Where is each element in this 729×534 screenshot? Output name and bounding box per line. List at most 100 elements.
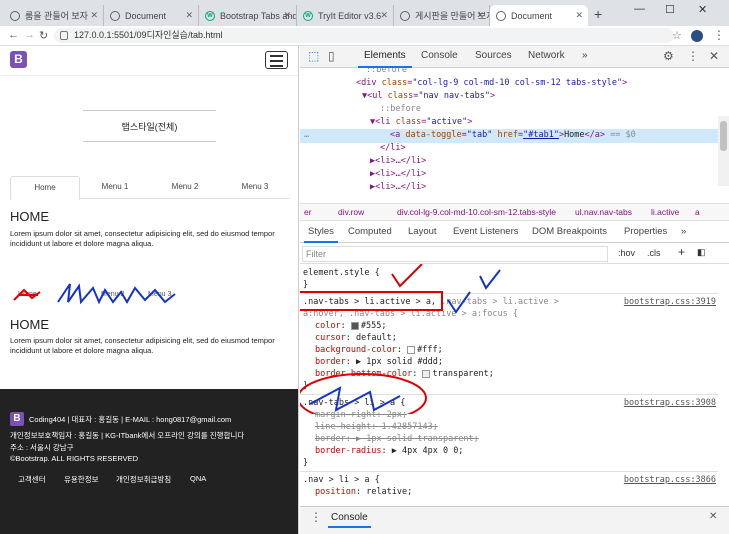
subtab-layout[interactable]: Layout xyxy=(408,226,437,237)
rule3-prop-position[interactable]: position: relative; xyxy=(315,486,412,498)
window-close-icon[interactable]: ✕ xyxy=(698,3,707,16)
url-field[interactable]: 127.0.0.1:5501/09디자인실습/tab.html xyxy=(54,28,674,43)
crumb-0[interactable]: er xyxy=(304,207,312,217)
toggle-sidebar-icon[interactable]: ◧ xyxy=(697,247,706,258)
close-icon[interactable]: ✕ xyxy=(575,10,583,21)
devtools-tab-console[interactable]: Console xyxy=(421,50,458,61)
cls-toggle[interactable]: .cls xyxy=(647,248,661,258)
devtools-menu-icon[interactable]: ⋮ xyxy=(687,49,699,63)
close-icon[interactable]: ✕ xyxy=(90,10,98,21)
tab-menu-2[interactable]: Menu 2 xyxy=(150,176,220,199)
tab2-paragraph: Lorem ipsum dolor sit amet, consectetur … xyxy=(10,336,275,355)
inspect-element-icon[interactable]: ⬚ xyxy=(308,49,319,63)
subtab-properties[interactable]: Properties xyxy=(624,226,667,237)
subtab-computed[interactable]: Computed xyxy=(348,226,392,237)
browser-tab-3[interactable]: w Bootstrap Tabs and ✕ xyxy=(199,5,297,26)
subtab-dom-breakpoints[interactable]: DOM Breakpoints xyxy=(532,226,607,237)
rule3-source-link[interactable]: bootstrap.css:3866 xyxy=(624,474,716,486)
browser-menu-icon[interactable]: ⋮ xyxy=(713,28,725,42)
console-drawer-tab[interactable]: Console xyxy=(328,512,371,528)
bookmark-star-icon[interactable]: ☆ xyxy=(672,29,682,42)
tab-menu-3[interactable]: Menu 3 xyxy=(220,176,290,199)
element-style-rule[interactable]: element.style { xyxy=(303,267,380,279)
rule2-selector[interactable]: .nav-tabs > li > a { xyxy=(303,397,405,409)
crumb-div-col[interactable]: div.col-lg-9.col-md-10.col-sm-12.tabs-st… xyxy=(397,207,556,217)
rule1-prop-color[interactable]: color: #555; xyxy=(315,320,386,332)
color-swatch-icon[interactable] xyxy=(422,369,431,378)
dom-li-close[interactable]: </li> xyxy=(380,142,406,155)
footer-link-privacy[interactable]: 개인정보취급방침 xyxy=(116,474,171,485)
browser-tab-2[interactable]: Document ✕ xyxy=(104,5,199,26)
device-toolbar-icon[interactable]: ▯ xyxy=(328,49,335,63)
crumb-div-row[interactable]: div.row xyxy=(338,207,364,217)
styles-filter-input[interactable]: Filter xyxy=(302,246,608,262)
footer-link-support[interactable]: 고객센터 xyxy=(18,474,46,485)
tab2-home[interactable]: Home xyxy=(18,291,37,298)
close-icon[interactable]: ✕ xyxy=(185,10,193,21)
rule1-prop-border-bottom[interactable]: border-bottom-color: transparent; xyxy=(315,368,494,380)
devtools-tab-network[interactable]: Network xyxy=(528,50,565,61)
rule2-source-link[interactable]: bootstrap.css:3908 xyxy=(624,397,716,409)
settings-gear-icon[interactable]: ⚙ xyxy=(663,49,674,63)
back-icon[interactable]: ← xyxy=(8,29,19,41)
new-rule-icon[interactable]: + xyxy=(678,245,685,259)
tab-menu-1[interactable]: Menu 1 xyxy=(80,176,150,199)
browser-tab-6-active[interactable]: Document ✕ xyxy=(490,5,588,26)
rule1-selector[interactable]: .nav-tabs > li.active > a, .nav-tabs > l… xyxy=(303,296,559,308)
rule1-prop-bg[interactable]: background-color: #fff; xyxy=(315,344,443,356)
new-tab-icon[interactable]: + xyxy=(594,6,602,22)
minimize-icon[interactable]: — xyxy=(634,3,645,15)
dom-div-row[interactable]: <div class="col-lg-9 col-md-10 col-sm-12… xyxy=(356,77,627,90)
rule3-selector[interactable]: .nav > li > a { xyxy=(303,474,380,486)
rule1-prop-cursor[interactable]: cursor: default; xyxy=(315,332,397,344)
site-info-icon[interactable] xyxy=(60,31,68,40)
crumb-li-active[interactable]: li.active xyxy=(651,207,679,217)
crumb-a[interactable]: a xyxy=(695,207,700,217)
footer-link-info[interactable]: 유용한정보 xyxy=(64,474,99,485)
rule1-selector-cont[interactable]: a:hover, .nav-tabs > li.active > a:focus… xyxy=(303,308,518,320)
forward-icon[interactable]: → xyxy=(24,29,35,41)
hamburger-menu-button[interactable] xyxy=(265,51,288,69)
devtools-close-icon[interactable]: ✕ xyxy=(709,49,719,63)
dom-li-collapsed-1[interactable]: ▶<li>…</li> xyxy=(370,155,426,168)
tab2-menu-2[interactable]: Menu 2 xyxy=(101,291,124,298)
footer-link-qna[interactable]: QNA xyxy=(190,474,206,483)
profile-avatar[interactable] xyxy=(691,30,703,42)
browser-tab-1[interactable]: 룸을 관들어 보자 ✕ xyxy=(4,5,104,26)
hov-toggle[interactable]: :hov xyxy=(618,248,635,258)
drawer-menu-icon[interactable]: ⋮ xyxy=(310,510,322,524)
rule2-prop-lineheight[interactable]: line-height: 1.42857143; xyxy=(315,421,438,433)
brand-logo[interactable]: B xyxy=(10,51,27,68)
devtools-tab-elements[interactable]: Elements xyxy=(358,50,412,68)
drawer-close-icon[interactable]: ✕ xyxy=(709,511,717,522)
subtab-event-listeners[interactable]: Event Listeners xyxy=(453,226,518,237)
dom-li-active-row[interactable]: ▼<li class="active"> xyxy=(370,116,472,129)
color-swatch-icon[interactable] xyxy=(407,345,416,354)
rule2-prop-border[interactable]: border: ▶ 1px solid transparent; xyxy=(315,433,479,445)
maximize-icon[interactable]: ☐ xyxy=(665,3,675,16)
dom-ul-row[interactable]: ▼<ul class="nav nav-tabs"> xyxy=(362,90,495,103)
rule2-prop-margin[interactable]: margin-right: 2px; xyxy=(315,409,407,421)
devtools-more-tabs[interactable]: » xyxy=(582,50,588,61)
dom-a-selected-row[interactable]: <a data-toggle="tab" href="#tab1">Home</… xyxy=(390,129,636,142)
dom-li-collapsed-3[interactable]: ▶<li>…</li> xyxy=(370,181,426,194)
subtab-styles[interactable]: Styles xyxy=(304,226,338,243)
dom-li-collapsed-2[interactable]: ▶<li>…</li> xyxy=(370,168,426,181)
elements-scrollbar[interactable] xyxy=(718,116,729,186)
close-icon[interactable]: ✕ xyxy=(283,10,291,21)
dom-ellipsis-icon[interactable]: … xyxy=(304,129,309,142)
browser-tab-5[interactable]: 게시판을 만들어 보자 ✕ xyxy=(394,5,490,26)
crumb-ul[interactable]: ul.nav.nav-tabs xyxy=(575,207,632,217)
devtools-tab-sources[interactable]: Sources xyxy=(475,50,512,61)
browser-tab-4[interactable]: w TryIt Editor v3.6 ✕ xyxy=(297,5,394,26)
rule1-source-link[interactable]: bootstrap.css:3919 xyxy=(624,296,716,308)
color-swatch-icon[interactable] xyxy=(350,321,359,330)
tab2-menu-3[interactable]: Menu 3 xyxy=(148,291,171,298)
close-icon[interactable]: ✕ xyxy=(476,10,484,21)
reload-icon[interactable]: ↻ xyxy=(39,29,48,42)
tab-home[interactable]: Home xyxy=(10,176,80,200)
rule2-prop-radius[interactable]: border-radius: ▶ 4px 4px 0 0; xyxy=(315,445,463,457)
subtab-more[interactable]: » xyxy=(681,226,686,237)
close-icon[interactable]: ✕ xyxy=(380,10,388,21)
rule1-prop-border[interactable]: border: ▶ 1px solid #ddd; xyxy=(315,356,443,368)
